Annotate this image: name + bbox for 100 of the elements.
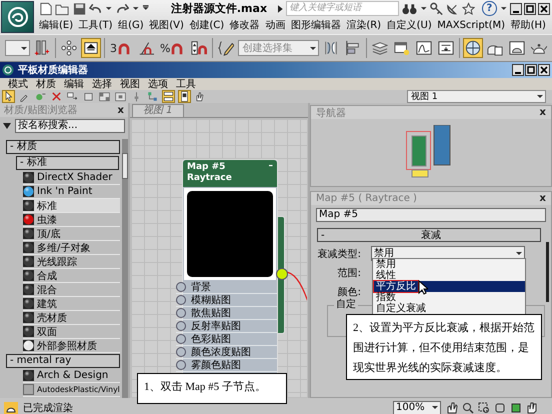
tree-item[interactable]: 光线跟踪: [23, 255, 120, 269]
caret-icon[interactable]: [132, 4, 140, 13]
menu-item[interactable]: 选项: [144, 77, 172, 91]
collapse-button[interactable]: –: [268, 161, 273, 172]
redo-icon[interactable]: [116, 2, 129, 16]
save-icon[interactable]: [73, 2, 86, 16]
tree-item[interactable]: 混合: [23, 283, 120, 297]
close-button[interactable]: x: [540, 107, 546, 118]
search-field[interactable]: 按名称搜索...: [15, 119, 125, 133]
filter-dropdown[interactable]: [5, 40, 30, 56]
menu-item[interactable]: 自定义(U): [386, 18, 432, 32]
tree-item[interactable]: 合成: [23, 269, 120, 283]
snap-button[interactable]: 3: [108, 38, 134, 58]
menu-item[interactable]: 渲染(R): [346, 18, 382, 32]
material-editor-button[interactable]: [463, 38, 484, 58]
menu-item[interactable]: 动画: [265, 18, 286, 32]
menu-item[interactable]: 组(G): [118, 18, 144, 32]
dropdown-option[interactable]: 自定义衰减: [373, 303, 525, 314]
frame-icon[interactable]: [494, 402, 506, 414]
close-button[interactable]: x: [540, 193, 546, 204]
dropdown-option[interactable]: 平方反比: [373, 281, 525, 292]
scrollbar[interactable]: [546, 242, 549, 302]
pan-hand-icon[interactable]: [526, 402, 538, 414]
star-icon[interactable]: [462, 2, 476, 16]
customize-arrow-icon[interactable]: [142, 4, 150, 13]
tree-item[interactable]: 多维/子对象: [23, 241, 120, 255]
undo-icon[interactable]: [89, 2, 102, 16]
collapse-toggle[interactable]: -: [321, 230, 325, 240]
caret-icon[interactable]: [500, 4, 508, 13]
close-button[interactable]: x: [118, 104, 124, 116]
node-slot[interactable]: 色彩贴图: [176, 333, 277, 346]
menu-item[interactable]: 帮助(H): [510, 18, 546, 32]
menu-item[interactable]: 工具(T): [78, 18, 113, 32]
node-slot[interactable]: 颜色浓度贴图: [176, 346, 277, 359]
triangle-down-icon[interactable]: [3, 123, 11, 129]
key-icon[interactable]: [430, 2, 444, 16]
layout-children-button[interactable]: [162, 90, 175, 103]
menu-item[interactable]: 工具: [172, 77, 200, 91]
tree-item[interactable]: 标准: [23, 199, 120, 213]
checker-button[interactable]: [114, 90, 127, 103]
close-icon[interactable]: [538, 64, 550, 76]
percent-snap-button[interactable]: %: [158, 38, 188, 58]
node-slot[interactable]: 雾颜色贴图: [176, 359, 277, 372]
tree-item[interactable]: 壳材质: [23, 311, 120, 325]
menu-item[interactable]: 图形编辑器: [290, 18, 341, 32]
tree-item[interactable]: 双面: [23, 325, 120, 339]
dropdown-option[interactable]: 指数: [373, 292, 525, 303]
node-slot[interactable]: 散焦贴图: [176, 307, 277, 320]
node-slot[interactable]: 模糊贴图: [176, 294, 277, 307]
tree-item[interactable]: Arch & Design: [23, 369, 120, 383]
minimize-icon[interactable]: [512, 64, 524, 76]
group-header[interactable]: - 标准: [16, 156, 119, 170]
menu-item[interactable]: 视图: [116, 77, 144, 91]
name-field[interactable]: Map #5: [316, 208, 546, 222]
menu-item[interactable]: MAXScript(M): [437, 20, 506, 30]
show-map-button[interactable]: [82, 90, 95, 103]
view-dropdown[interactable]: 视图 1: [407, 90, 546, 103]
zoom-dropdown[interactable]: 100%: [393, 400, 441, 414]
menu-item[interactable]: 材质: [32, 77, 60, 91]
caret-icon[interactable]: [105, 4, 113, 13]
minimize-icon[interactable]: [510, 2, 522, 14]
cube-icon[interactable]: [510, 402, 522, 414]
delete-button[interactable]: [50, 90, 63, 103]
caret-icon[interactable]: [420, 4, 428, 13]
tree-item[interactable]: 外部参照材质: [23, 339, 120, 353]
pick-button[interactable]: [2, 90, 15, 103]
group-header[interactable]: - 材质: [6, 140, 120, 154]
tree-item[interactable]: 建筑: [23, 297, 120, 311]
dropdown-option[interactable]: 线性: [373, 270, 525, 281]
output-socket-handle[interactable]: [276, 268, 288, 280]
view-tab[interactable]: 视图 1: [132, 104, 184, 117]
select-button[interactable]: [81, 38, 101, 58]
zoom-region-icon[interactable]: [478, 402, 490, 414]
menu-item[interactable]: 修改器: [230, 18, 260, 32]
binoculars-icon[interactable]: [402, 2, 417, 16]
satellite-dish-icon[interactable]: [446, 2, 460, 16]
rollout-header[interactable]: - 衰减: [317, 228, 541, 242]
close-icon[interactable]: [538, 2, 550, 14]
zoom-icon[interactable]: [462, 402, 474, 414]
tree-item[interactable]: DirectX Shader: [23, 171, 120, 185]
bind-button[interactable]: [59, 38, 79, 58]
menu-item[interactable]: 模式: [4, 77, 32, 91]
node-slot[interactable]: 背景: [176, 281, 277, 294]
app-menu-button[interactable]: [1, 1, 34, 33]
group-header[interactable]: - mental ray: [6, 354, 120, 368]
maximize-icon[interactable]: [524, 2, 536, 14]
menu-item[interactable]: 视图(V): [149, 18, 184, 32]
tree-item[interactable]: 虫漆: [23, 213, 120, 227]
tree-item[interactable]: 顶/底: [23, 227, 120, 241]
hide-unused-button[interactable]: [178, 90, 191, 103]
link-button[interactable]: [32, 38, 52, 58]
menu-item[interactable]: 编辑: [60, 77, 88, 91]
menu-item[interactable]: 创建(C): [189, 18, 224, 32]
node-slot[interactable]: 反射率贴图: [176, 320, 277, 333]
help-button[interactable]: ?: [482, 1, 497, 16]
scrollbar[interactable]: [122, 139, 128, 398]
dropdown-option[interactable]: 禁用: [373, 259, 525, 270]
maximize-icon[interactable]: [525, 64, 537, 76]
menu-item[interactable]: 编辑(E): [39, 18, 74, 32]
hand-icon[interactable]: [446, 402, 458, 414]
